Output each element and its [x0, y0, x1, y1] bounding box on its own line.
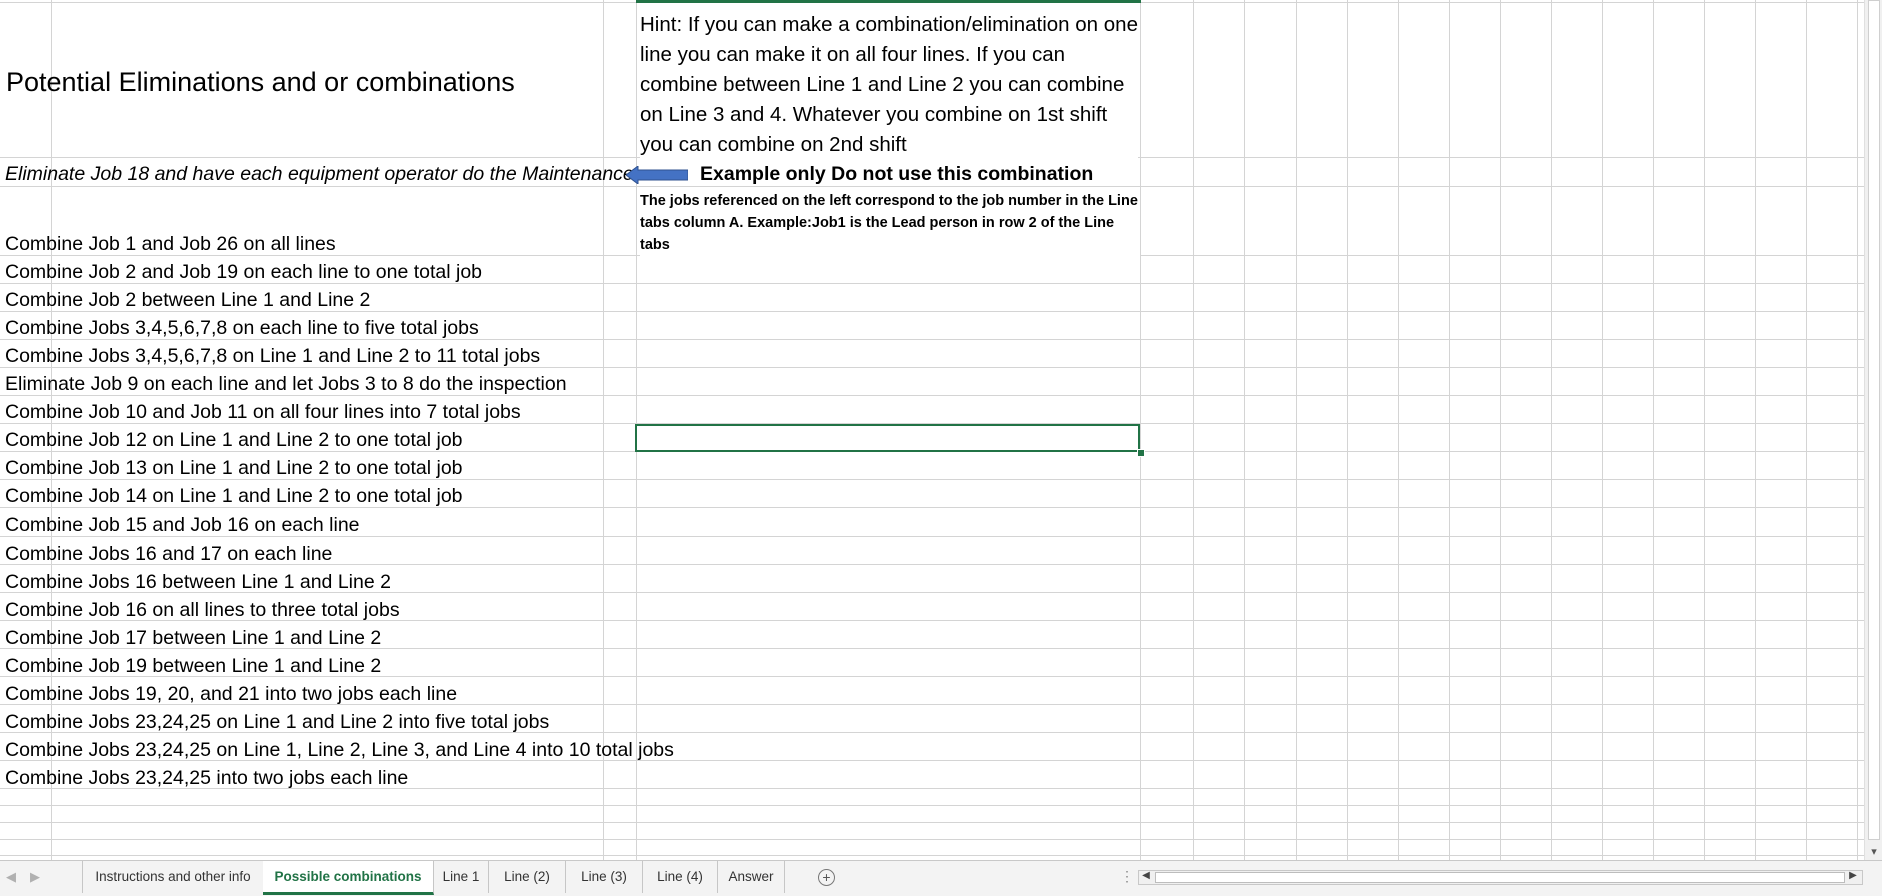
- prev-sheet-icon[interactable]: ◀: [6, 869, 16, 885]
- hint-cell[interactable]: Hint: If you can make a combination/elim…: [640, 10, 1138, 160]
- gridline: [1551, 0, 1552, 860]
- tab-answer[interactable]: Answer: [718, 861, 785, 893]
- tab-possible-combinations[interactable]: Possible combinations: [263, 861, 434, 895]
- gridline: [1398, 0, 1399, 860]
- gridline: [0, 805, 1864, 806]
- plus-circle-icon[interactable]: +: [818, 869, 835, 886]
- gridline: [1347, 0, 1348, 860]
- scroll-left-icon[interactable]: ◀: [1139, 870, 1153, 881]
- combination-row[interactable]: Combine Jobs 19, 20, and 21 into two job…: [5, 680, 457, 708]
- combination-row[interactable]: Combine Job 17 between Line 1 and Line 2: [5, 624, 381, 652]
- next-sheet-icon[interactable]: ▶: [30, 869, 40, 885]
- active-cell-selection[interactable]: [635, 424, 1140, 452]
- gridline: [1140, 0, 1141, 860]
- scroll-down-icon[interactable]: ▾: [1865, 844, 1882, 860]
- combination-row[interactable]: Combine Jobs 3,4,5,6,7,8 on each line to…: [5, 314, 479, 342]
- gridline: [1806, 0, 1807, 860]
- combination-row[interactable]: Combine Jobs 3,4,5,6,7,8 on Line 1 and L…: [5, 342, 540, 370]
- combination-row[interactable]: Combine Job 12 on Line 1 and Line 2 to o…: [5, 426, 463, 454]
- combination-row[interactable]: Combine Job 10 and Job 11 on all four li…: [5, 398, 521, 426]
- gridline: [1857, 0, 1858, 860]
- combination-row[interactable]: Eliminate Job 9 on each line and let Job…: [5, 370, 567, 398]
- gridline: [1193, 0, 1194, 860]
- gridline: [1704, 0, 1705, 860]
- combination-row[interactable]: Combine Job 14 on Line 1 and Line 2 to o…: [5, 482, 463, 510]
- example-label[interactable]: Example only Do not use this combination: [700, 160, 1093, 188]
- sheet-title[interactable]: Potential Eliminations and or combinatio…: [6, 62, 515, 102]
- combination-row[interactable]: Combine Job 2 and Job 19 on each line to…: [5, 258, 482, 286]
- tab-line-2[interactable]: Line (2): [489, 861, 566, 893]
- sheet-tab-bar: ◀ ▶ Instructions and other info Possible…: [0, 860, 1882, 896]
- gridline: [0, 839, 1864, 840]
- gridline: [1449, 0, 1450, 860]
- tab-line-1[interactable]: Line 1: [434, 861, 489, 893]
- reference-note[interactable]: The jobs referenced on the left correspo…: [640, 190, 1138, 256]
- fill-handle[interactable]: [1137, 449, 1145, 457]
- gridline: [1602, 0, 1603, 860]
- combination-row[interactable]: Combine Job 13 on Line 1 and Line 2 to o…: [5, 454, 463, 482]
- horizontal-scroll-thumb[interactable]: [1155, 872, 1845, 883]
- gridline: [603, 0, 604, 860]
- combination-row[interactable]: Combine Job 2 between Line 1 and Line 2: [5, 286, 370, 314]
- combination-row[interactable]: Combine Job 15 and Job 16 on each line: [5, 511, 360, 539]
- gridline: [1244, 0, 1245, 860]
- combination-row[interactable]: Combine Jobs 23,24,25 on Line 1 and Line…: [5, 708, 549, 736]
- tab-line-4[interactable]: Line (4): [643, 861, 718, 893]
- gridline: [1296, 0, 1297, 860]
- combination-row[interactable]: Combine Job 19 between Line 1 and Line 2: [5, 652, 381, 680]
- tab-line-3[interactable]: Line (3): [566, 861, 643, 893]
- vertical-scrollbar[interactable]: ▾: [1864, 0, 1882, 860]
- combination-row[interactable]: Combine Job 16 on all lines to three tot…: [5, 596, 400, 624]
- combination-row[interactable]: Combine Jobs 23,24,25 into two jobs each…: [5, 764, 408, 792]
- left-arrow-shape[interactable]: [626, 166, 688, 184]
- vertical-scroll-thumb[interactable]: [1868, 0, 1880, 840]
- gridline: [0, 822, 1864, 823]
- worksheet-grid[interactable]: Potential Eliminations and or combinatio…: [0, 0, 1864, 860]
- gridline: [1653, 0, 1654, 860]
- scroll-right-icon[interactable]: ▶: [1846, 870, 1860, 881]
- tab-instructions[interactable]: Instructions and other info: [82, 861, 264, 893]
- combination-row[interactable]: Combine Job 1 and Job 26 on all lines: [5, 230, 336, 258]
- combination-row[interactable]: Combine Jobs 23,24,25 on Line 1, Line 2,…: [5, 736, 674, 764]
- more-options-icon[interactable]: ⋮: [1120, 868, 1134, 885]
- gridline: [0, 855, 1864, 856]
- gridline: [1500, 0, 1501, 860]
- combination-row[interactable]: Combine Jobs 16 between Line 1 and Line …: [5, 568, 391, 596]
- example-elimination-cell[interactable]: Eliminate Job 18 and have each equipment…: [5, 160, 635, 188]
- horizontal-scrollbar[interactable]: ◀ ▶: [1138, 870, 1863, 885]
- gridline: [1140, 255, 1864, 256]
- column-selection-indicator: [636, 0, 1141, 3]
- gridline: [1755, 0, 1756, 860]
- combination-row[interactable]: Combine Jobs 16 and 17 on each line: [5, 540, 332, 568]
